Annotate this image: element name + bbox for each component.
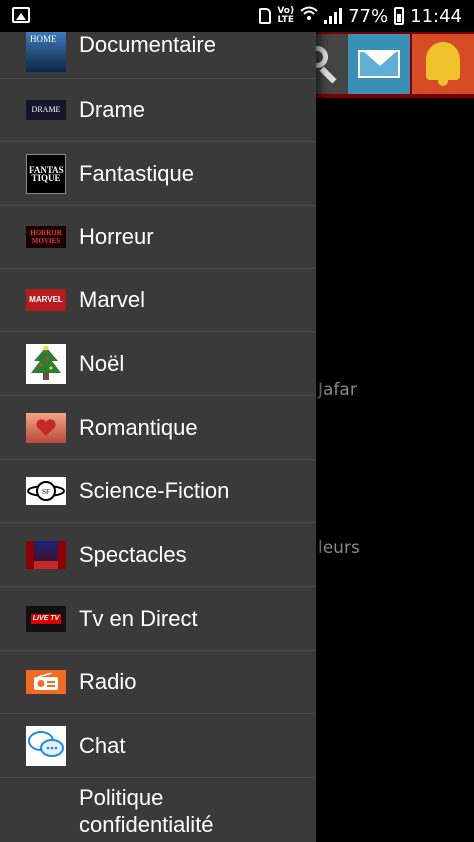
fantastique-thumbnail: FANTAS TIQUE xyxy=(26,154,66,194)
drawer-item-drame[interactable]: DRAME Drame xyxy=(0,79,316,142)
signal-icon xyxy=(324,8,343,24)
mail-button[interactable] xyxy=(348,34,410,94)
status-icons: Vo) LTE 77% 11:44 xyxy=(259,4,462,28)
sim-icon xyxy=(259,8,272,24)
science-fiction-thumbnail: SF xyxy=(26,477,66,505)
drawer-item-science-fiction[interactable]: SF Science-Fiction xyxy=(0,460,316,523)
clock: 11:44 xyxy=(410,5,462,27)
notification-button[interactable] xyxy=(412,34,474,94)
drawer-item-spectacles[interactable]: Spectacles xyxy=(0,524,316,587)
drame-thumbnail: DRAME xyxy=(26,100,66,120)
bell-icon xyxy=(426,42,460,80)
drawer-item-marvel[interactable]: MARVEL Marvel xyxy=(0,269,316,332)
drawer-item-label: Fantastique xyxy=(79,161,194,186)
spectacles-thumbnail xyxy=(26,541,66,569)
drawer-item-label: Spectacles xyxy=(79,542,187,567)
drawer-item-label: Drame xyxy=(79,97,146,122)
live-tv-thumbnail: LIVE TV xyxy=(26,606,66,632)
chat-icon xyxy=(26,726,66,766)
drawer-item-chat[interactable]: Chat xyxy=(0,715,316,778)
drawer-item-fantastique[interactable]: FANTAS TIQUE Fantastique xyxy=(0,143,316,206)
drawer-item-label: Politique confidentialité xyxy=(79,785,214,837)
drawer-item-romantique[interactable]: Romantique xyxy=(0,397,316,460)
battery-percent: 77% xyxy=(348,5,389,27)
marvel-thumbnail: MARVEL xyxy=(26,289,66,311)
drawer-item-horreur[interactable]: HORROR MOVIES Horreur xyxy=(0,206,316,269)
image-notification-icon xyxy=(12,7,30,23)
documentaire-thumbnail: HOME xyxy=(26,32,66,72)
romantique-thumbnail xyxy=(26,413,66,443)
radio-icon xyxy=(26,670,66,694)
wifi-icon xyxy=(300,6,318,26)
status-bar: Vo) LTE 77% 11:44 xyxy=(0,0,474,32)
drawer-item-noel[interactable]: Noël xyxy=(0,333,316,396)
mail-icon xyxy=(358,50,400,78)
drawer-item-tv-en-direct[interactable]: LIVE TV Tv en Direct xyxy=(0,588,316,651)
battery-icon xyxy=(394,7,405,25)
volte-icon: Vo) LTE xyxy=(277,6,295,25)
christmas-tree-icon xyxy=(26,344,66,384)
drawer-item-label: Romantique xyxy=(79,415,198,440)
drawer-item-radio[interactable]: Radio xyxy=(0,651,316,714)
svg-text:SF: SF xyxy=(42,488,50,496)
horreur-thumbnail: HORROR MOVIES xyxy=(26,226,66,248)
background-label-leurs: leurs xyxy=(318,538,360,558)
drawer-item-label: Radio xyxy=(79,669,137,694)
drawer-item-label: Marvel xyxy=(79,287,146,312)
drawer-item-politique-confidentialite[interactable]: Politique confidentialité xyxy=(0,778,316,842)
drawer-item-label: Chat xyxy=(79,733,126,758)
background-label-jafar: Jafar xyxy=(318,380,357,400)
drawer-item-label: Science-Fiction xyxy=(79,478,230,503)
navigation-drawer: HOME Documentaire DRAME Drame FANTAS TIQ… xyxy=(0,0,316,842)
drawer-item-label: Noël xyxy=(79,351,125,376)
drawer-item-label: Horreur xyxy=(79,224,154,249)
drawer-item-label: Tv en Direct xyxy=(79,606,198,631)
drawer-item-label: Documentaire xyxy=(79,32,216,57)
